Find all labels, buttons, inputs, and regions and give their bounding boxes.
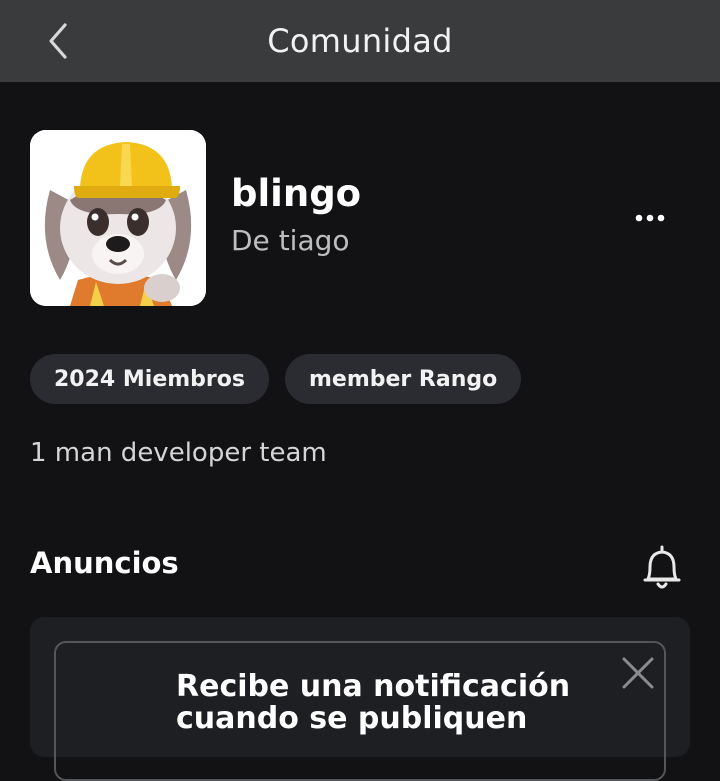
notification-prompt-text: Recibe una notificación cuando se publiq…: [176, 669, 571, 736]
announcements-panel: Recibe una notificación cuando se publiq…: [30, 617, 690, 781]
rank-chip[interactable]: member Rango: [284, 354, 522, 404]
more-horizontal-icon: [635, 214, 665, 222]
chevron-left-icon: [49, 23, 67, 59]
bell-icon: [643, 545, 681, 589]
dog-with-hardhat-avatar: [30, 130, 206, 306]
page-title: Comunidad: [267, 22, 453, 60]
group-description: 1 man developer team: [30, 438, 327, 468]
top-bar: Comunidad: [0, 0, 720, 82]
more-options-button[interactable]: [626, 196, 674, 240]
group-stats-chips: 2024 Miembros member Rango: [30, 354, 522, 404]
notifications-button[interactable]: [636, 540, 688, 596]
back-button[interactable]: [30, 13, 86, 69]
close-icon: [622, 657, 654, 689]
group-avatar[interactable]: [30, 130, 206, 306]
members-chip[interactable]: 2024 Miembros: [30, 354, 269, 404]
group-owner[interactable]: De tiago: [231, 224, 350, 257]
notification-prompt-card: Recibe una notificación cuando se publiq…: [54, 641, 666, 781]
announcements-heading: Anuncios: [30, 546, 179, 580]
close-prompt-button[interactable]: [616, 651, 660, 695]
group-name: blingo: [231, 172, 362, 215]
